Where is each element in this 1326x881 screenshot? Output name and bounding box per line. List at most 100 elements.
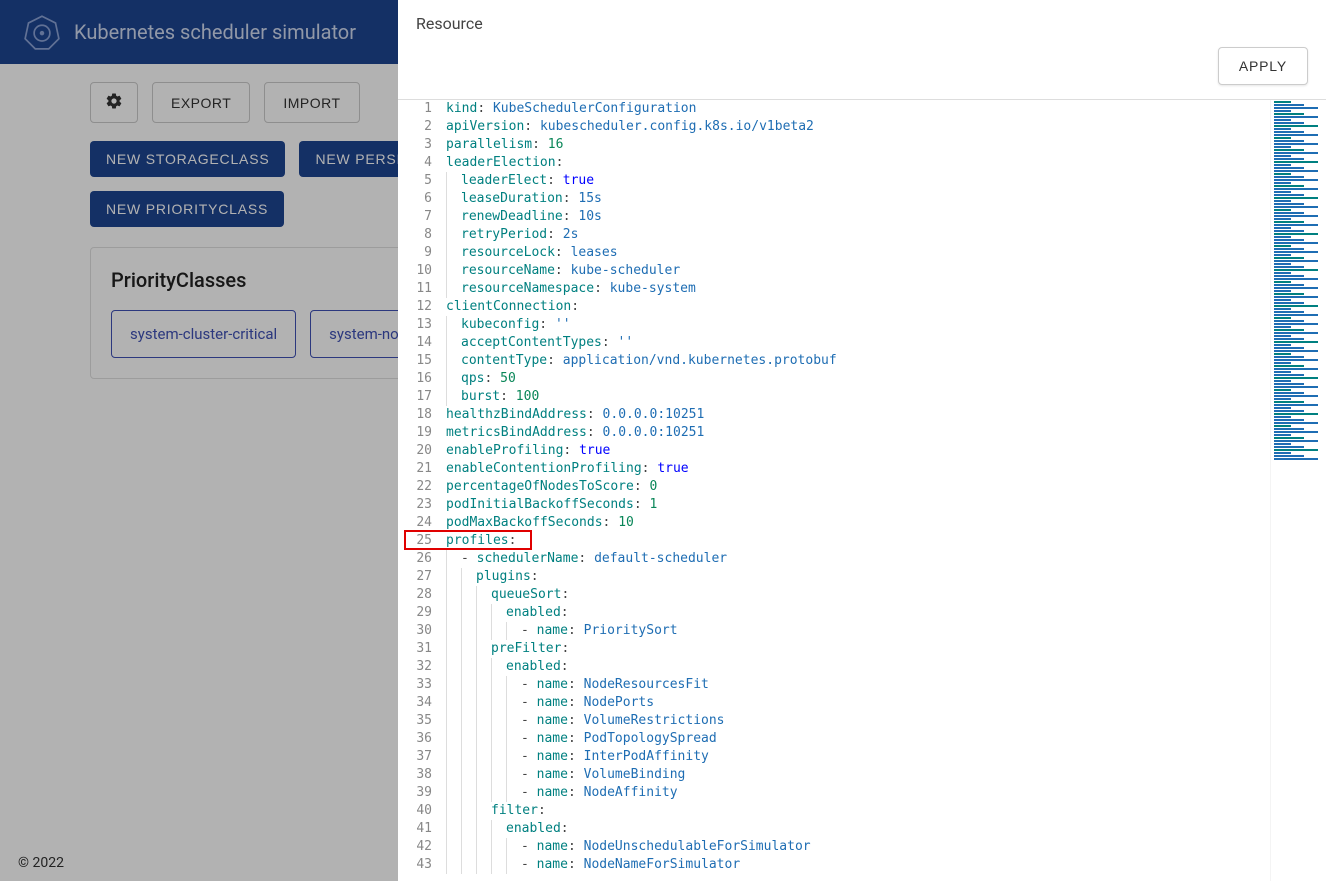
code-line[interactable]: 2apiVersion: kubescheduler.config.k8s.io… xyxy=(398,118,1270,136)
code-line[interactable]: 24podMaxBackoffSeconds: 10 xyxy=(398,514,1270,532)
code-editor[interactable]: 1kind: KubeSchedulerConfiguration2apiVer… xyxy=(398,100,1270,881)
line-number: 12 xyxy=(398,298,446,316)
code-line[interactable]: 7renewDeadline: 10s xyxy=(398,208,1270,226)
code-line[interactable]: 9resourceLock: leases xyxy=(398,244,1270,262)
code-line[interactable]: 30- name: PrioritySort xyxy=(398,622,1270,640)
line-content: metricsBindAddress: 0.0.0.0:10251 xyxy=(446,424,1270,442)
code-line[interactable]: 27plugins: xyxy=(398,568,1270,586)
line-content: profiles: xyxy=(446,532,1270,550)
line-number: 2 xyxy=(398,118,446,136)
line-number: 31 xyxy=(398,640,446,658)
code-line[interactable]: 25profiles: xyxy=(398,532,1270,550)
line-number: 30 xyxy=(398,622,446,640)
minimap[interactable] xyxy=(1270,100,1326,881)
line-number: 6 xyxy=(398,190,446,208)
line-number: 9 xyxy=(398,244,446,262)
line-number: 18 xyxy=(398,406,446,424)
code-line[interactable]: 37- name: InterPodAffinity xyxy=(398,748,1270,766)
line-number: 39 xyxy=(398,784,446,802)
code-line[interactable]: 35- name: VolumeRestrictions xyxy=(398,712,1270,730)
line-number: 41 xyxy=(398,820,446,838)
code-line[interactable]: 22percentageOfNodesToScore: 0 xyxy=(398,478,1270,496)
code-line[interactable]: 13kubeconfig: '' xyxy=(398,316,1270,334)
code-line[interactable]: 29enabled: xyxy=(398,604,1270,622)
code-line[interactable]: 34- name: NodePorts xyxy=(398,694,1270,712)
line-number: 27 xyxy=(398,568,446,586)
line-content: resourceName: kube-scheduler xyxy=(446,262,1270,280)
code-line[interactable]: 19metricsBindAddress: 0.0.0.0:10251 xyxy=(398,424,1270,442)
line-content: - name: PodTopologySpread xyxy=(446,730,1270,748)
code-line[interactable]: 32enabled: xyxy=(398,658,1270,676)
code-line[interactable]: 6leaseDuration: 15s xyxy=(398,190,1270,208)
line-content: kubeconfig: '' xyxy=(446,316,1270,334)
line-content: - name: NodePorts xyxy=(446,694,1270,712)
line-number: 14 xyxy=(398,334,446,352)
code-line[interactable]: 31preFilter: xyxy=(398,640,1270,658)
line-content: - name: PrioritySort xyxy=(446,622,1270,640)
line-number: 24 xyxy=(398,514,446,532)
code-line[interactable]: 15contentType: application/vnd.kubernete… xyxy=(398,352,1270,370)
code-line[interactable]: 43- name: NodeNameForSimulator xyxy=(398,856,1270,874)
code-line[interactable]: 36- name: PodTopologySpread xyxy=(398,730,1270,748)
modal-header: Resource xyxy=(398,0,1326,33)
code-line[interactable]: 41enabled: xyxy=(398,820,1270,838)
line-content: - name: VolumeRestrictions xyxy=(446,712,1270,730)
modal-actions: APPLY xyxy=(398,33,1326,100)
line-number: 20 xyxy=(398,442,446,460)
code-line[interactable]: 16qps: 50 xyxy=(398,370,1270,388)
code-line[interactable]: 3parallelism: 16 xyxy=(398,136,1270,154)
line-number: 11 xyxy=(398,280,446,298)
line-content: - name: InterPodAffinity xyxy=(446,748,1270,766)
resource-modal: Resource APPLY 1kind: KubeSchedulerConfi… xyxy=(398,0,1326,881)
code-line[interactable]: 23podInitialBackoffSeconds: 1 xyxy=(398,496,1270,514)
line-number: 34 xyxy=(398,694,446,712)
line-number: 35 xyxy=(398,712,446,730)
code-line[interactable]: 4leaderElection: xyxy=(398,154,1270,172)
code-line[interactable]: 12clientConnection: xyxy=(398,298,1270,316)
line-content: resourceNamespace: kube-system xyxy=(446,280,1270,298)
code-line[interactable]: 39- name: NodeAffinity xyxy=(398,784,1270,802)
line-content: - name: NodeAffinity xyxy=(446,784,1270,802)
code-line[interactable]: 40filter: xyxy=(398,802,1270,820)
line-number: 29 xyxy=(398,604,446,622)
line-number: 7 xyxy=(398,208,446,226)
line-content: contentType: application/vnd.kubernetes.… xyxy=(446,352,1270,370)
code-line[interactable]: 1kind: KubeSchedulerConfiguration xyxy=(398,100,1270,118)
line-number: 32 xyxy=(398,658,446,676)
line-number: 22 xyxy=(398,478,446,496)
line-content: parallelism: 16 xyxy=(446,136,1270,154)
code-line[interactable]: 20enableProfiling: true xyxy=(398,442,1270,460)
line-number: 23 xyxy=(398,496,446,514)
line-number: 25 xyxy=(398,532,446,550)
code-line[interactable]: 26- schedulerName: default-scheduler xyxy=(398,550,1270,568)
code-line[interactable]: 42- name: NodeUnschedulableForSimulator xyxy=(398,838,1270,856)
code-line[interactable]: 5leaderElect: true xyxy=(398,172,1270,190)
code-line[interactable]: 33- name: NodeResourcesFit xyxy=(398,676,1270,694)
line-content: apiVersion: kubescheduler.config.k8s.io/… xyxy=(446,118,1270,136)
line-content: percentageOfNodesToScore: 0 xyxy=(446,478,1270,496)
apply-button[interactable]: APPLY xyxy=(1218,47,1308,85)
code-line[interactable]: 18healthzBindAddress: 0.0.0.0:10251 xyxy=(398,406,1270,424)
line-number: 3 xyxy=(398,136,446,154)
line-number: 38 xyxy=(398,766,446,784)
code-line[interactable]: 11resourceNamespace: kube-system xyxy=(398,280,1270,298)
code-line[interactable]: 28queueSort: xyxy=(398,586,1270,604)
code-line[interactable]: 10resourceName: kube-scheduler xyxy=(398,262,1270,280)
line-number: 5 xyxy=(398,172,446,190)
line-content: enableContentionProfiling: true xyxy=(446,460,1270,478)
line-content: queueSort: xyxy=(446,586,1270,604)
line-content: enabled: xyxy=(446,604,1270,622)
code-line[interactable]: 8retryPeriod: 2s xyxy=(398,226,1270,244)
code-line[interactable]: 17burst: 100 xyxy=(398,388,1270,406)
line-content: resourceLock: leases xyxy=(446,244,1270,262)
code-line[interactable]: 38- name: VolumeBinding xyxy=(398,766,1270,784)
line-number: 8 xyxy=(398,226,446,244)
line-content: - name: NodeUnschedulableForSimulator xyxy=(446,838,1270,856)
line-number: 28 xyxy=(398,586,446,604)
line-content: leaderElect: true xyxy=(446,172,1270,190)
line-content: burst: 100 xyxy=(446,388,1270,406)
code-line[interactable]: 21enableContentionProfiling: true xyxy=(398,460,1270,478)
line-number: 17 xyxy=(398,388,446,406)
line-content: clientConnection: xyxy=(446,298,1270,316)
code-line[interactable]: 14acceptContentTypes: '' xyxy=(398,334,1270,352)
